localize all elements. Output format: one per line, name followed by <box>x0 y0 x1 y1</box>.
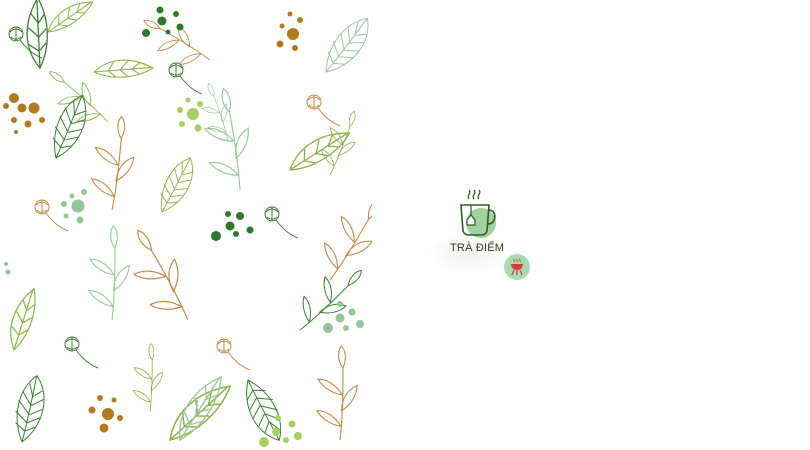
brand-logo: TRÀ ĐIẾM <box>420 180 550 290</box>
grill-icon <box>511 259 523 275</box>
botanical-pattern-art <box>0 0 372 447</box>
botanical-pattern-background <box>0 0 372 450</box>
grill-button[interactable] <box>504 254 530 280</box>
steaming-teacup-icon <box>460 189 496 238</box>
brand-name: TRÀ ĐIẾM <box>450 242 505 254</box>
